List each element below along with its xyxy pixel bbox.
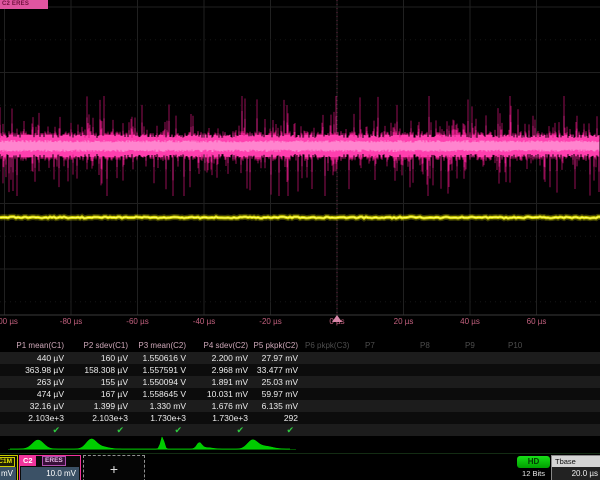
add-trace-button[interactable]: +	[83, 455, 145, 480]
x-tick-label: 40 µs	[460, 317, 480, 326]
waveform-grid	[0, 0, 600, 316]
measurement-value: 440 µV	[37, 352, 64, 364]
measurement-value: 59.97 mV	[262, 388, 298, 400]
status-check-icon: ✔	[236, 424, 244, 436]
table-row-stripe	[0, 388, 600, 400]
table-row-stripe	[0, 424, 600, 436]
measurement-value: 474 µV	[37, 388, 64, 400]
trace-annotation-tag: C2 ERES	[0, 0, 48, 9]
measurement-value: 1.558645 V	[143, 388, 186, 400]
param-header-disabled[interactable]: P7	[365, 341, 375, 350]
c2-eres-badge: ERES	[42, 456, 66, 466]
measurement-value: 25.03 mV	[262, 376, 298, 388]
x-tick-label: -20 µs	[259, 317, 281, 326]
c1-volts-per-div: 20.0 mV	[0, 467, 16, 480]
measurement-value: 1.891 mV	[212, 376, 248, 388]
trigger-position-marker[interactable]	[332, 315, 342, 322]
histicon[interactable]	[122, 437, 178, 449]
measurement-value: 2.200 mV	[212, 352, 248, 364]
plus-icon: +	[110, 461, 118, 477]
measurement-value: 6.135 mV	[262, 400, 298, 412]
param-header-disabled[interactable]: P9	[465, 341, 475, 350]
measurement-value: 158.308 µV	[84, 364, 128, 376]
separator-line	[0, 453, 600, 454]
channel-c1-descriptor[interactable]: C1 DC1M 20.0 mV	[0, 455, 18, 480]
param-header[interactable]: P5 pkpk(C2)	[254, 341, 298, 350]
histicon[interactable]	[10, 440, 66, 449]
hd-mode-badge: HD	[517, 456, 550, 468]
status-check-icon: ✔	[174, 424, 182, 436]
measurement-value: 32.16 µV	[30, 400, 64, 412]
measurement-value: 292	[284, 412, 298, 424]
measurement-value: 1.730e+3	[150, 412, 186, 424]
param-header-disabled[interactable]: P10	[508, 341, 522, 350]
measurement-value: 160 µV	[101, 352, 128, 364]
measurement-value: 2.103e+3	[92, 412, 128, 424]
x-tick-label: -40 µs	[193, 317, 215, 326]
measurement-value: 27.97 mV	[262, 352, 298, 364]
measurement-value: 1.330 mV	[150, 400, 186, 412]
c2-noise-trace	[0, 96, 599, 196]
table-row-stripe	[0, 352, 600, 364]
measurement-value: 1.550616 V	[143, 352, 186, 364]
status-check-icon: ✔	[116, 424, 124, 436]
status-check-icon: ✔	[52, 424, 60, 436]
measurement-value: 1.550094 V	[143, 376, 186, 388]
table-row-stripe	[0, 400, 600, 412]
table-row-stripe	[0, 376, 600, 388]
histicon[interactable]	[234, 440, 290, 449]
x-tick-label: -80 µs	[60, 317, 82, 326]
histicon[interactable]	[66, 439, 122, 449]
c2-label: C2	[20, 456, 36, 466]
x-tick-label: -100 µs	[0, 317, 18, 326]
channel-c2-descriptor[interactable]: C2 ERES DC1M 10.0 mV	[19, 455, 81, 480]
param-header-disabled[interactable]: P6 pkpk(C3)	[305, 341, 349, 350]
timebase-title: Tbase	[552, 456, 600, 467]
c1-trace	[0, 217, 600, 218]
x-tick-label: -60 µs	[126, 317, 148, 326]
measurement-value: 1.557591 V	[143, 364, 186, 376]
hd-bits-label: 12 Bits	[515, 469, 552, 478]
measurement-value: 2.103e+3	[28, 412, 64, 424]
status-check-icon: ✔	[286, 424, 294, 436]
measurement-value: 167 µV	[101, 388, 128, 400]
param-header[interactable]: P2 sdev(C1)	[84, 341, 128, 350]
measurement-value: 10.031 mV	[207, 388, 248, 400]
table-row-stripe	[0, 412, 600, 424]
measurement-value: 363.98 µV	[25, 364, 64, 376]
measurement-value: 1.730e+3	[212, 412, 248, 424]
param-header[interactable]: P3 mean(C2)	[138, 341, 186, 350]
measurement-value: 1.399 µV	[94, 400, 128, 412]
param-header[interactable]: P1 mean(C1)	[16, 341, 64, 350]
measurement-value: 2.968 mV	[212, 364, 248, 376]
timebase-descriptor[interactable]: Tbase 20.0 µs	[551, 455, 600, 480]
histicon[interactable]	[178, 443, 234, 450]
c1-coupling-badge: DC1M	[0, 457, 15, 467]
param-header[interactable]: P4 sdev(C2)	[204, 341, 248, 350]
x-tick-label: 20 µs	[394, 317, 414, 326]
param-header-disabled[interactable]: P8	[420, 341, 430, 350]
c2-volts-per-div: 10.0 mV	[21, 467, 79, 480]
measurement-value: 263 µV	[37, 376, 64, 388]
x-tick-label: 60 µs	[527, 317, 547, 326]
timebase-value: 20.0 µs	[572, 469, 598, 478]
measurement-value: 155 µV	[101, 376, 128, 388]
measurement-value: 1.676 mV	[212, 400, 248, 412]
measurement-value: 33.477 mV	[257, 364, 298, 376]
oscilloscope-screen: C2 ERES -100 µs-80 µs-60 µs-40 µs-20 µs0…	[0, 0, 600, 480]
